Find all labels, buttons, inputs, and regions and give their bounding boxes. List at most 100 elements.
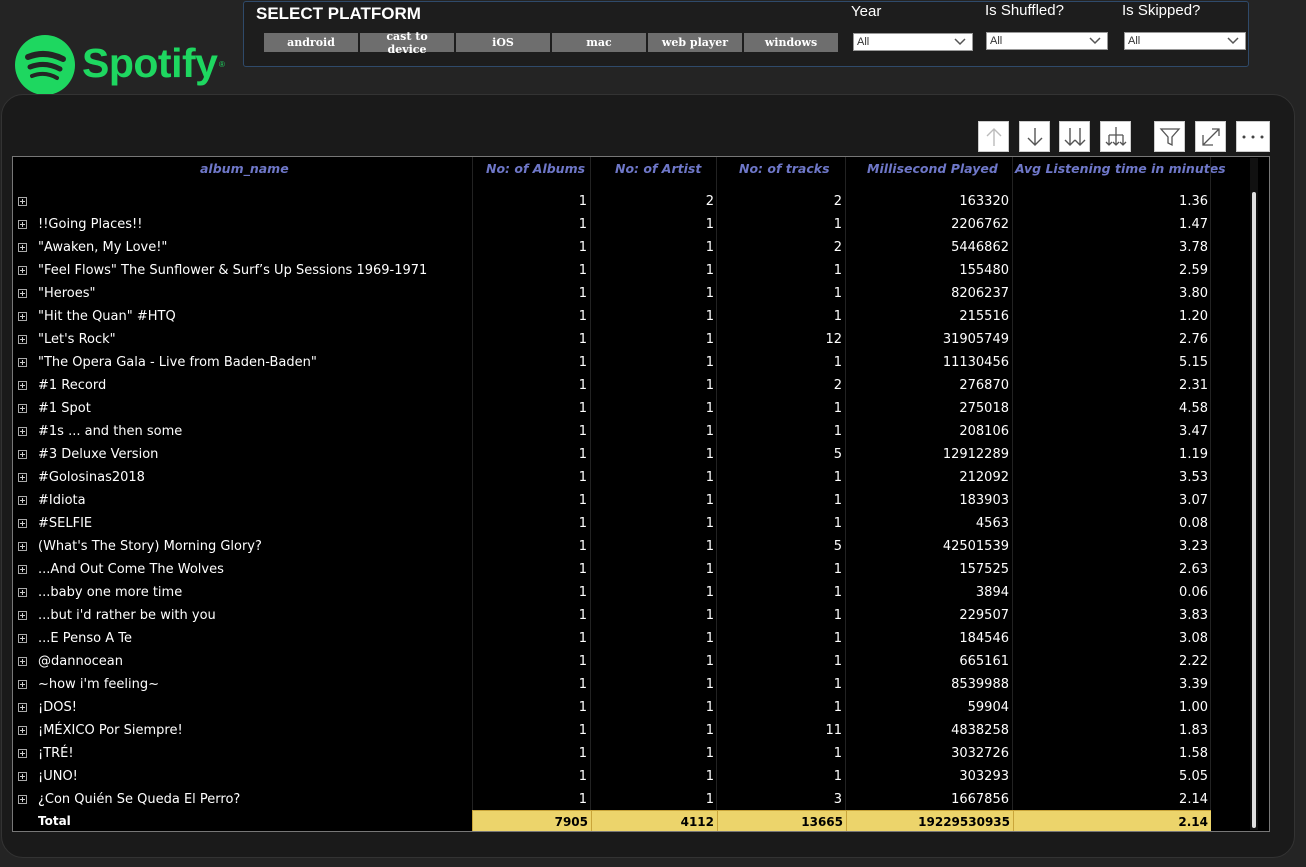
avg-listening-cell: 3.23 [1179,539,1208,554]
expand-row-icon[interactable] [18,726,27,735]
table-row[interactable]: ...E Penso A Te 1 1 1 184546 3.08 [13,628,1213,651]
tracks-count-cell: 1 [833,217,842,232]
filter-button[interactable] [1154,121,1185,152]
table-row[interactable]: #Idiota 1 1 1 183903 3.07 [13,490,1213,513]
avg-listening-cell: 4.58 [1179,401,1208,416]
avg-listening-cell: 3.80 [1179,286,1208,301]
expand-row-icon[interactable] [18,427,27,436]
table-row[interactable]: "Feel Flows" The Sunflower & Surf’s Up S… [13,260,1213,283]
table-row[interactable]: @dannocean 1 1 1 665161 2.22 [13,651,1213,674]
expand-row-icon[interactable] [18,542,27,551]
focus-mode-button[interactable] [1195,121,1226,152]
table-row[interactable]: ...And Out Come The Wolves 1 1 1 157525 2.63 [13,559,1213,582]
drill-up-button[interactable] [978,121,1009,152]
tracks-count-cell: 2 [833,194,842,209]
skipped-dropdown[interactable]: All [1124,32,1246,50]
vertical-scrollbar[interactable] [1252,192,1256,828]
expand-row-icon[interactable] [18,703,27,712]
expand-row-icon[interactable] [18,772,27,781]
expand-row-icon[interactable] [18,358,27,367]
table-row[interactable]: #Golosinas2018 1 1 1 212092 3.53 [13,467,1213,490]
expand-row-icon[interactable] [18,588,27,597]
table-row[interactable]: ¡UNO! 1 1 1 303293 5.05 [13,766,1213,789]
expand-row-icon[interactable] [18,220,27,229]
header-millisecond-played[interactable]: Millisecond Played [867,161,998,176]
shuffled-dropdown[interactable]: All [986,32,1108,50]
total-row: Total 7905 4112 13665 19229530935 2.14 [13,810,1213,831]
expand-row-icon[interactable] [18,266,27,275]
shuffled-label: Is Shuffled? [985,2,1064,19]
table-row[interactable]: 1 2 2 163320 1.36 [13,191,1213,214]
expand-row-icon[interactable] [18,519,27,528]
avg-listening-cell: 2.63 [1179,562,1208,577]
expand-row-icon[interactable] [18,611,27,620]
table-row[interactable]: ...but i'd rather be with you 1 1 1 229507 3.… [13,605,1213,628]
expand-row-icon[interactable] [18,680,27,689]
expand-row-icon[interactable] [18,657,27,666]
expand-row-icon[interactable] [18,450,27,459]
table-row[interactable]: !!Going Places!! 1 1 1 2206762 1.47 [13,214,1213,237]
header-no-of-artist[interactable]: No: of Artist [615,161,701,176]
table-row[interactable]: "Heroes" 1 1 1 8206237 3.80 [13,283,1213,306]
platform-button-ios[interactable]: iOS [456,33,550,52]
tracks-count-cell: 5 [833,447,842,462]
ms-played-cell: 229507 [959,608,1009,623]
table-row[interactable]: #1 Spot 1 1 1 275018 4.58 [13,398,1213,421]
more-options-button[interactable] [1236,121,1270,152]
next-level-button[interactable] [1059,121,1090,152]
total-artist: 4112 [591,810,717,831]
header-no-of-tracks[interactable]: No: of tracks [739,161,830,176]
table-row[interactable]: ¿Con Quién Se Queda El Perro? 1 1 3 1667856 2… [13,789,1213,812]
table-row[interactable]: "Hit the Quan" #HTQ 1 1 1 215516 1.20 [13,306,1213,329]
expand-row-icon[interactable] [18,795,27,804]
expand-row-icon[interactable] [18,404,27,413]
expand-row-icon[interactable] [18,473,27,482]
album-name-cell: #1 Spot [38,401,91,416]
table-row[interactable]: #SELFIE 1 1 1 4563 0.08 [13,513,1213,536]
tracks-count-cell: 1 [833,608,842,623]
expand-row-icon[interactable] [18,565,27,574]
table-row[interactable]: (What's The Story) Morning Glory? 1 1 5 4250… [13,536,1213,559]
expand-row-icon[interactable] [18,243,27,252]
expand-row-icon[interactable] [18,634,27,643]
expand-hierarchy-button[interactable] [1100,121,1131,152]
albums-count-cell: 1 [578,263,587,278]
album-name-cell: "The Opera Gala - Live from Baden-Baden" [38,355,317,370]
table-row[interactable]: "The Opera Gala - Live from Baden-Baden"… [13,352,1213,375]
tracks-count-cell: 11 [825,723,842,738]
expand-row-icon[interactable] [18,496,27,505]
expand-row-icon[interactable] [18,197,27,206]
expand-row-icon[interactable] [18,381,27,390]
expand-row-icon[interactable] [18,289,27,298]
platform-button-cast[interactable]: cast to device [360,30,454,56]
albums-count-cell: 1 [578,240,587,255]
expand-row-icon[interactable] [18,335,27,344]
platform-button-windows[interactable]: windows [744,33,838,52]
avg-listening-cell: 2.22 [1179,654,1208,669]
table-row[interactable]: ¡TRÉ! 1 1 1 3032726 1.58 [13,743,1213,766]
expand-row-icon[interactable] [18,749,27,758]
table-row[interactable]: "Let's Rock" 1 1 12 31905749 2.76 [13,329,1213,352]
drill-down-button[interactable] [1019,121,1050,152]
table-row[interactable]: ...baby one more time 1 1 1 3894 0.06 [13,582,1213,605]
table-row[interactable]: ¡MÉXICO Por Siempre! 1 1 11 4838258 1.83 [13,720,1213,743]
table-row[interactable]: #3 Deluxe Version 1 1 5 12912289 1.19 [13,444,1213,467]
platform-button-web-player[interactable]: web player [648,33,742,52]
table-row[interactable]: #1s ... and then some 1 1 1 208106 3.47 [13,421,1213,444]
table-row[interactable]: #1 Record 1 1 2 276870 2.31 [13,375,1213,398]
header-avg-listening-time[interactable]: Avg Listening time in minutes [1015,161,1226,176]
albums-count-cell: 1 [578,470,587,485]
header-album-name[interactable]: album_name [200,161,289,176]
year-slicer: Year [851,2,973,20]
table-row[interactable]: ¡DOS! 1 1 1 59904 1.00 [13,697,1213,720]
year-dropdown[interactable]: All [853,33,973,51]
avg-listening-cell: 1.20 [1179,309,1208,324]
expand-row-icon[interactable] [18,312,27,321]
table-row[interactable]: ~how i'm feeling~ 1 1 1 8539988 3.39 [13,674,1213,697]
tracks-count-cell: 2 [833,240,842,255]
platform-button-mac[interactable]: mac [552,33,646,52]
table-row[interactable]: "Awaken, My Love!" 1 1 2 5446862 3.78 [13,237,1213,260]
platform-button-android[interactable]: android [264,33,358,52]
year-label: Year [851,3,882,20]
header-no-of-albums[interactable]: No: of Albums [486,161,585,176]
